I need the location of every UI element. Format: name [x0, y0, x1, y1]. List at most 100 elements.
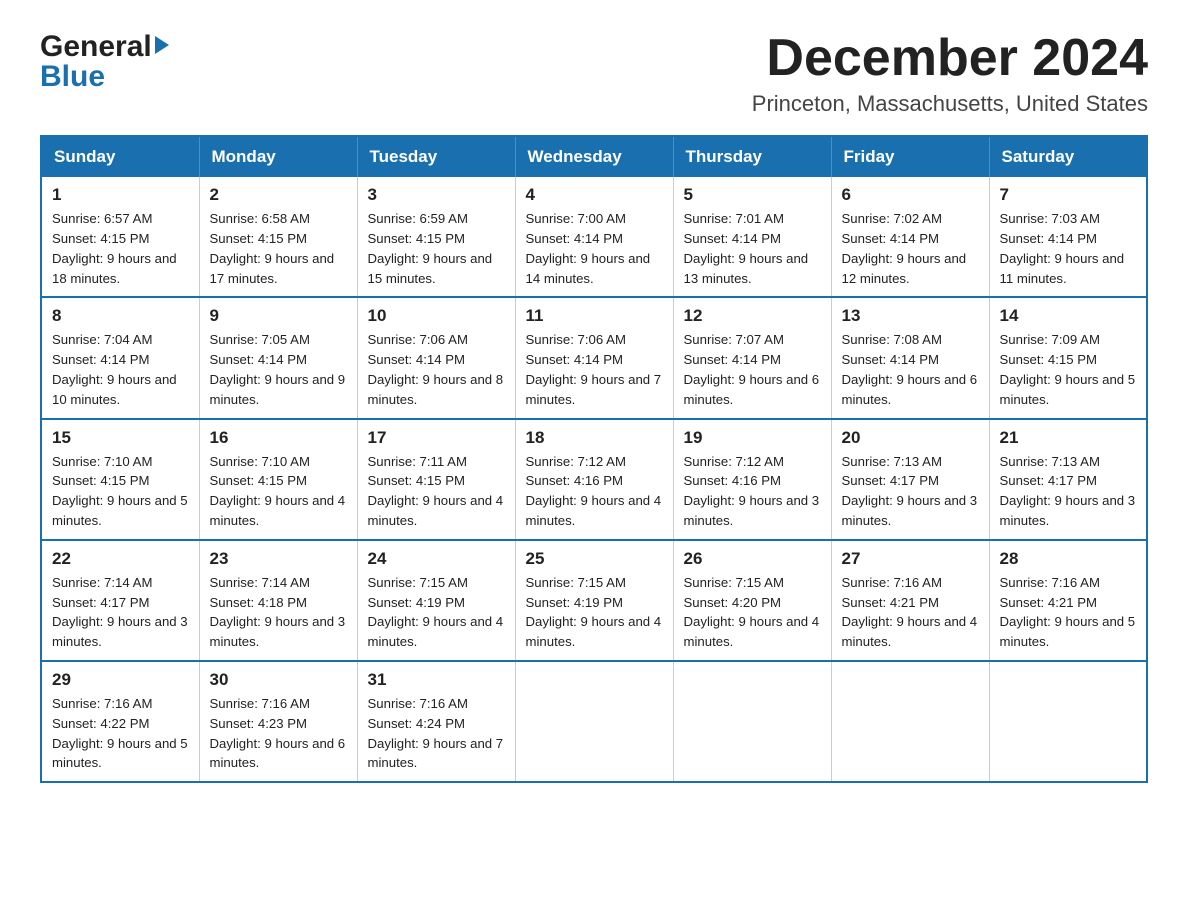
- header-monday: Monday: [199, 136, 357, 177]
- calendar-cell: [673, 661, 831, 782]
- day-info: Sunrise: 7:16 AM Sunset: 4:24 PM Dayligh…: [368, 694, 505, 773]
- calendar-table: SundayMondayTuesdayWednesdayThursdayFrid…: [40, 135, 1148, 783]
- sunrise-label: Sunrise: 7:14 AM: [52, 575, 152, 590]
- calendar-week-5: 29 Sunrise: 7:16 AM Sunset: 4:22 PM Dayl…: [41, 661, 1147, 782]
- day-number: 13: [842, 306, 979, 326]
- calendar-week-4: 22 Sunrise: 7:14 AM Sunset: 4:17 PM Dayl…: [41, 540, 1147, 661]
- day-info: Sunrise: 7:14 AM Sunset: 4:17 PM Dayligh…: [52, 573, 189, 652]
- sunrise-label: Sunrise: 7:13 AM: [1000, 454, 1100, 469]
- day-number: 24: [368, 549, 505, 569]
- calendar-cell: 14 Sunrise: 7:09 AM Sunset: 4:15 PM Dayl…: [989, 297, 1147, 418]
- daylight-label: Daylight: 9 hours and 10 minutes.: [52, 372, 177, 407]
- daylight-label: Daylight: 9 hours and 3 minutes.: [842, 493, 978, 528]
- day-number: 19: [684, 428, 821, 448]
- sunset-label: Sunset: 4:19 PM: [526, 595, 624, 610]
- daylight-label: Daylight: 9 hours and 15 minutes.: [368, 251, 493, 286]
- sunrise-label: Sunrise: 7:10 AM: [52, 454, 152, 469]
- title-block: December 2024 Princeton, Massachusetts, …: [752, 30, 1148, 117]
- daylight-label: Daylight: 9 hours and 8 minutes.: [368, 372, 504, 407]
- sunrise-label: Sunrise: 7:15 AM: [526, 575, 626, 590]
- calendar-cell: 31 Sunrise: 7:16 AM Sunset: 4:24 PM Dayl…: [357, 661, 515, 782]
- daylight-label: Daylight: 9 hours and 11 minutes.: [1000, 251, 1125, 286]
- sunrise-label: Sunrise: 6:59 AM: [368, 211, 468, 226]
- calendar-cell: 24 Sunrise: 7:15 AM Sunset: 4:19 PM Dayl…: [357, 540, 515, 661]
- daylight-label: Daylight: 9 hours and 4 minutes.: [526, 493, 662, 528]
- day-info: Sunrise: 7:16 AM Sunset: 4:22 PM Dayligh…: [52, 694, 189, 773]
- day-info: Sunrise: 7:07 AM Sunset: 4:14 PM Dayligh…: [684, 330, 821, 409]
- sunset-label: Sunset: 4:14 PM: [684, 352, 782, 367]
- day-info: Sunrise: 7:06 AM Sunset: 4:14 PM Dayligh…: [526, 330, 663, 409]
- day-info: Sunrise: 7:05 AM Sunset: 4:14 PM Dayligh…: [210, 330, 347, 409]
- day-info: Sunrise: 7:01 AM Sunset: 4:14 PM Dayligh…: [684, 209, 821, 288]
- calendar-header-row: SundayMondayTuesdayWednesdayThursdayFrid…: [41, 136, 1147, 177]
- day-info: Sunrise: 7:16 AM Sunset: 4:21 PM Dayligh…: [842, 573, 979, 652]
- day-number: 1: [52, 185, 189, 205]
- day-number: 2: [210, 185, 347, 205]
- calendar-cell: 6 Sunrise: 7:02 AM Sunset: 4:14 PM Dayli…: [831, 177, 989, 297]
- daylight-label: Daylight: 9 hours and 6 minutes.: [684, 372, 820, 407]
- logo-general-text: General: [40, 30, 152, 64]
- daylight-label: Daylight: 9 hours and 6 minutes.: [210, 736, 346, 771]
- daylight-label: Daylight: 9 hours and 5 minutes.: [52, 493, 188, 528]
- calendar-cell: 22 Sunrise: 7:14 AM Sunset: 4:17 PM Dayl…: [41, 540, 199, 661]
- day-info: Sunrise: 7:14 AM Sunset: 4:18 PM Dayligh…: [210, 573, 347, 652]
- calendar-cell: 15 Sunrise: 7:10 AM Sunset: 4:15 PM Dayl…: [41, 419, 199, 540]
- sunrise-label: Sunrise: 7:16 AM: [842, 575, 942, 590]
- daylight-label: Daylight: 9 hours and 5 minutes.: [1000, 372, 1136, 407]
- calendar-cell: 23 Sunrise: 7:14 AM Sunset: 4:18 PM Dayl…: [199, 540, 357, 661]
- page-header: General Blue December 2024 Princeton, Ma…: [40, 30, 1148, 117]
- sunrise-label: Sunrise: 6:58 AM: [210, 211, 310, 226]
- calendar-cell: 5 Sunrise: 7:01 AM Sunset: 4:14 PM Dayli…: [673, 177, 831, 297]
- calendar-cell: 3 Sunrise: 6:59 AM Sunset: 4:15 PM Dayli…: [357, 177, 515, 297]
- daylight-label: Daylight: 9 hours and 5 minutes.: [52, 736, 188, 771]
- sunrise-label: Sunrise: 7:12 AM: [526, 454, 626, 469]
- day-info: Sunrise: 7:13 AM Sunset: 4:17 PM Dayligh…: [842, 452, 979, 531]
- daylight-label: Daylight: 9 hours and 4 minutes.: [210, 493, 346, 528]
- day-info: Sunrise: 7:10 AM Sunset: 4:15 PM Dayligh…: [52, 452, 189, 531]
- calendar-cell: 25 Sunrise: 7:15 AM Sunset: 4:19 PM Dayl…: [515, 540, 673, 661]
- sunrise-label: Sunrise: 7:04 AM: [52, 332, 152, 347]
- sunset-label: Sunset: 4:14 PM: [210, 352, 308, 367]
- daylight-label: Daylight: 9 hours and 3 minutes.: [1000, 493, 1136, 528]
- day-number: 21: [1000, 428, 1137, 448]
- sunset-label: Sunset: 4:14 PM: [684, 231, 782, 246]
- daylight-label: Daylight: 9 hours and 5 minutes.: [1000, 614, 1136, 649]
- calendar-cell: 9 Sunrise: 7:05 AM Sunset: 4:14 PM Dayli…: [199, 297, 357, 418]
- calendar-cell: 7 Sunrise: 7:03 AM Sunset: 4:14 PM Dayli…: [989, 177, 1147, 297]
- sunrise-label: Sunrise: 7:16 AM: [210, 696, 310, 711]
- calendar-cell: 8 Sunrise: 7:04 AM Sunset: 4:14 PM Dayli…: [41, 297, 199, 418]
- day-number: 27: [842, 549, 979, 569]
- day-info: Sunrise: 6:57 AM Sunset: 4:15 PM Dayligh…: [52, 209, 189, 288]
- logo: General Blue: [40, 30, 169, 94]
- header-saturday: Saturday: [989, 136, 1147, 177]
- day-number: 18: [526, 428, 663, 448]
- calendar-cell: 2 Sunrise: 6:58 AM Sunset: 4:15 PM Dayli…: [199, 177, 357, 297]
- day-number: 29: [52, 670, 189, 690]
- day-info: Sunrise: 7:16 AM Sunset: 4:23 PM Dayligh…: [210, 694, 347, 773]
- calendar-cell: [831, 661, 989, 782]
- day-number: 10: [368, 306, 505, 326]
- sunset-label: Sunset: 4:16 PM: [684, 473, 782, 488]
- daylight-label: Daylight: 9 hours and 4 minutes.: [684, 614, 820, 649]
- daylight-label: Daylight: 9 hours and 9 minutes.: [210, 372, 346, 407]
- sunset-label: Sunset: 4:21 PM: [1000, 595, 1098, 610]
- sunset-label: Sunset: 4:21 PM: [842, 595, 940, 610]
- sunrise-label: Sunrise: 7:15 AM: [684, 575, 784, 590]
- daylight-label: Daylight: 9 hours and 12 minutes.: [842, 251, 967, 286]
- calendar-cell: 21 Sunrise: 7:13 AM Sunset: 4:17 PM Dayl…: [989, 419, 1147, 540]
- sunrise-label: Sunrise: 7:15 AM: [368, 575, 468, 590]
- day-number: 6: [842, 185, 979, 205]
- sunset-label: Sunset: 4:20 PM: [684, 595, 782, 610]
- day-info: Sunrise: 7:04 AM Sunset: 4:14 PM Dayligh…: [52, 330, 189, 409]
- day-number: 9: [210, 306, 347, 326]
- daylight-label: Daylight: 9 hours and 18 minutes.: [52, 251, 177, 286]
- sunrise-label: Sunrise: 7:06 AM: [368, 332, 468, 347]
- logo-blue-text: Blue: [40, 60, 105, 94]
- day-info: Sunrise: 6:59 AM Sunset: 4:15 PM Dayligh…: [368, 209, 505, 288]
- day-number: 22: [52, 549, 189, 569]
- day-info: Sunrise: 7:00 AM Sunset: 4:14 PM Dayligh…: [526, 209, 663, 288]
- daylight-label: Daylight: 9 hours and 4 minutes.: [842, 614, 978, 649]
- day-info: Sunrise: 7:10 AM Sunset: 4:15 PM Dayligh…: [210, 452, 347, 531]
- sunrise-label: Sunrise: 7:05 AM: [210, 332, 310, 347]
- calendar-cell: 1 Sunrise: 6:57 AM Sunset: 4:15 PM Dayli…: [41, 177, 199, 297]
